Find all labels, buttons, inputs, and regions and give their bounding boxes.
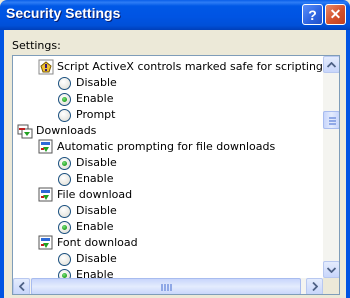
scroll-left-button[interactable] — [13, 278, 30, 294]
radio-option-disable[interactable]: Disable — [58, 75, 117, 91]
category-label: Downloads — [36, 124, 97, 137]
downloads-category-icon — [17, 124, 33, 139]
radio-option-disable[interactable]: Disable — [58, 251, 117, 267]
horizontal-scrollbar[interactable] — [13, 278, 323, 294]
option-label: Disable — [76, 76, 117, 89]
window-frame-left — [0, 30, 4, 298]
chevron-right-icon — [311, 282, 318, 291]
option-label: Disable — [76, 204, 117, 217]
radio-button-checked[interactable] — [58, 156, 71, 170]
setting-item: File download — [38, 187, 132, 203]
close-icon: ✕ — [329, 6, 342, 22]
setting-item: Font download — [38, 235, 138, 251]
thumb-grip — [167, 284, 169, 291]
radio-button[interactable] — [58, 172, 71, 186]
radio-option-enable[interactable]: Enable — [58, 91, 113, 107]
option-label: Enable — [76, 92, 114, 105]
radio-option-disable[interactable]: Disable — [58, 155, 117, 171]
radio-button-checked[interactable] — [58, 220, 71, 234]
warning-setting-icon — [38, 59, 54, 75]
scroll-right-button[interactable] — [306, 278, 323, 294]
window-frame-right — [346, 30, 350, 298]
horizontal-scroll-thumb[interactable] — [31, 278, 301, 294]
radio-dot — [62, 224, 67, 230]
radio-dot — [62, 160, 67, 166]
scroll-down-button[interactable] — [323, 261, 339, 278]
option-label: Enable — [76, 220, 114, 233]
radio-button[interactable] — [58, 204, 71, 218]
setting-label: Script ActiveX controls marked safe for … — [57, 60, 323, 73]
radio-option-disable[interactable]: Disable — [58, 203, 117, 219]
thumb-grip — [170, 284, 172, 291]
radio-option-enable[interactable]: Enable — [58, 219, 113, 235]
settings-label: Settings: — [12, 39, 61, 52]
option-label: Disable — [76, 156, 117, 169]
scroll-up-button[interactable] — [323, 56, 339, 73]
vertical-scrollbar[interactable] — [323, 56, 339, 278]
help-button[interactable]: ? — [302, 4, 323, 25]
radio-dot — [62, 96, 67, 102]
radio-button-checked[interactable] — [58, 92, 71, 106]
setting-label: File download — [57, 188, 133, 201]
title-bar[interactable]: Security Settings ? ✕ — [0, 0, 350, 30]
setting-label: Font download — [57, 236, 138, 249]
scrollbar-corner — [323, 278, 339, 294]
setting-item: Script ActiveX controls marked safe for … — [38, 59, 323, 75]
help-icon: ? — [308, 6, 317, 23]
vertical-scroll-thumb[interactable] — [323, 111, 339, 129]
thumb-grip — [329, 120, 336, 122]
option-label: Disable — [76, 252, 117, 265]
chevron-left-icon — [18, 282, 25, 291]
thumb-grip — [329, 117, 336, 119]
thumb-grip — [161, 284, 163, 291]
chevron-down-icon — [327, 266, 336, 273]
category-item: Downloads — [17, 123, 96, 139]
radio-button[interactable] — [58, 252, 71, 266]
window-title: Security Settings — [6, 5, 121, 21]
settings-list[interactable]: Script ActiveX controls marked safe for … — [12, 55, 340, 295]
option-label: Prompt — [76, 108, 116, 121]
radio-button[interactable] — [58, 76, 71, 90]
close-button[interactable]: ✕ — [325, 4, 346, 25]
radio-dot — [62, 272, 67, 278]
chevron-up-icon — [327, 61, 336, 68]
radio-option-enable[interactable]: Enable — [58, 171, 113, 187]
thumb-grip — [329, 123, 336, 125]
download-setting-icon — [38, 235, 53, 250]
download-setting-icon — [38, 139, 53, 154]
download-setting-icon — [38, 187, 53, 202]
option-label: Enable — [76, 172, 114, 185]
radio-button[interactable] — [58, 108, 71, 122]
radio-option-prompt[interactable]: Prompt — [58, 107, 115, 123]
thumb-grip — [164, 284, 166, 291]
setting-label: Automatic prompting for file downloads — [57, 140, 276, 153]
setting-item: Automatic prompting for file downloads — [38, 139, 275, 155]
